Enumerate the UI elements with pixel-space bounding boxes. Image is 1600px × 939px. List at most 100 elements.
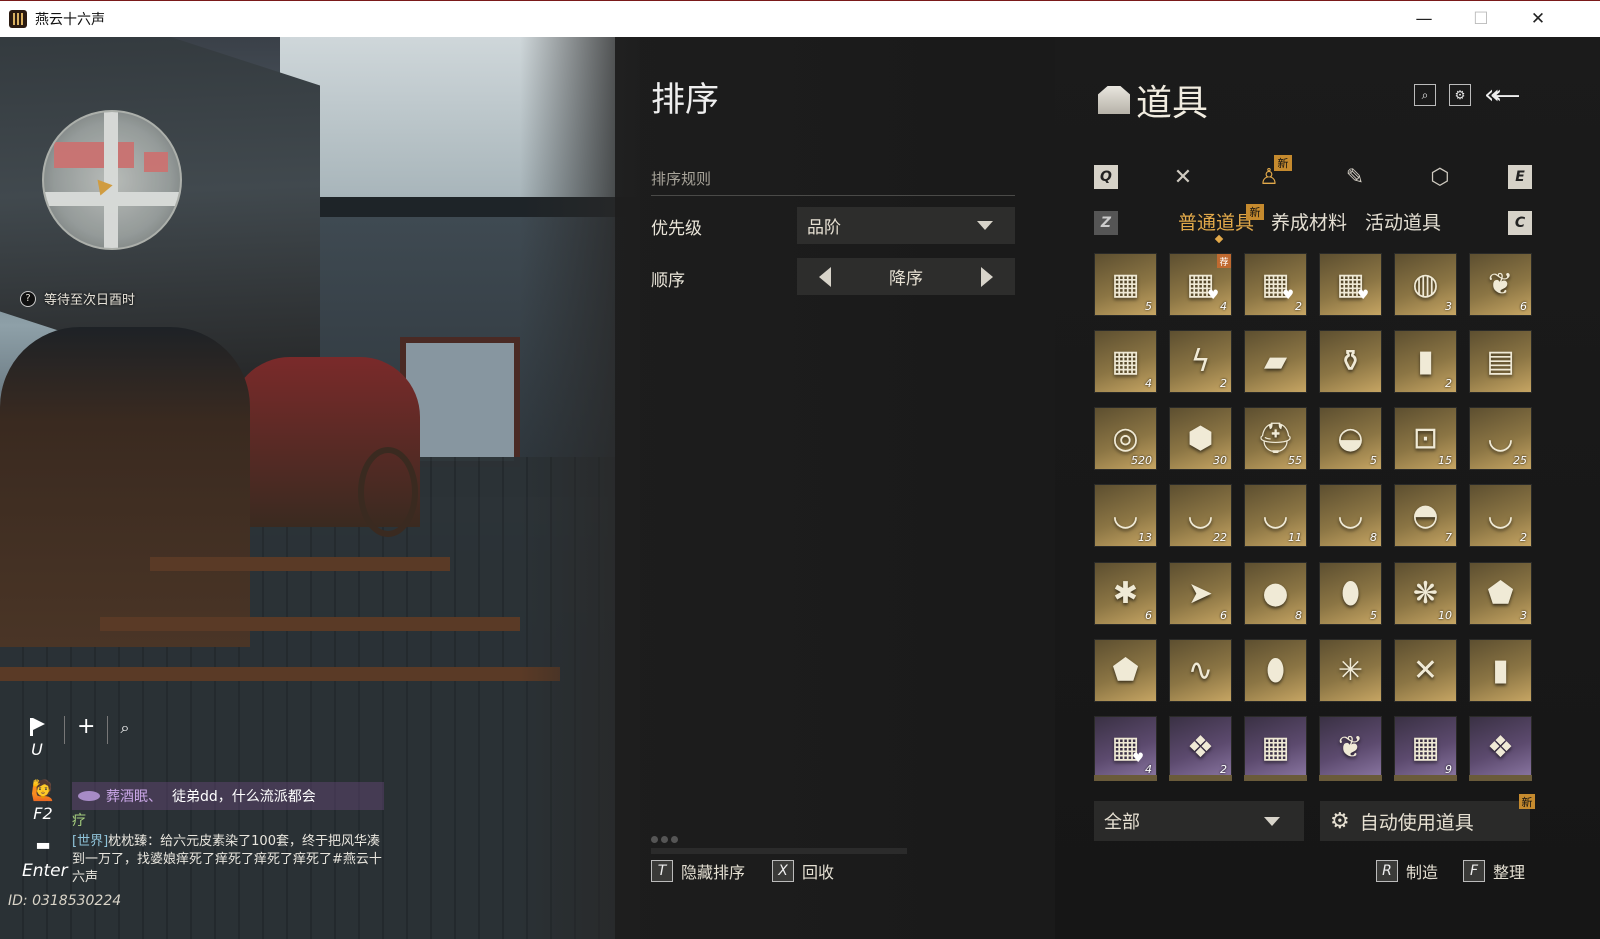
item-slot[interactable]: ◒ 5: [1319, 407, 1382, 471]
item-slot[interactable]: ❖ 2: [1169, 715, 1232, 779]
filter-dropdown[interactable]: 全部: [1094, 801, 1304, 841]
priority-label: 优先级: [651, 219, 702, 239]
close-button[interactable]: ✕: [1515, 1, 1561, 37]
item-slot[interactable]: ▦ ♥ 荐 4: [1169, 253, 1232, 316]
minimize-button[interactable]: —: [1401, 1, 1447, 37]
item-slot[interactable]: ▤: [1469, 330, 1532, 394]
subtab-common-items[interactable]: 普通道具: [1178, 208, 1254, 235]
item-slot[interactable]: ◡ 8: [1319, 484, 1382, 548]
key-q[interactable]: Q: [1094, 165, 1118, 189]
scroll-icon[interactable]: ✎: [1338, 160, 1372, 194]
item-slot[interactable]: ▦ ♥: [1319, 253, 1382, 316]
crossed-swords-icon[interactable]: ✕: [1166, 160, 1200, 194]
item-slot[interactable]: ➤ 6: [1169, 561, 1232, 625]
item-slot[interactable]: ▦ 4: [1094, 330, 1157, 394]
key-z[interactable]: Z: [1094, 211, 1118, 235]
item-slot[interactable]: ◡ 22: [1169, 484, 1232, 548]
app-icon: [9, 10, 27, 28]
item-slot[interactable]: ✳: [1319, 638, 1382, 702]
favorite-heart-icon: ♥: [1282, 288, 1294, 303]
item-slot[interactable]: ◡ 11: [1244, 484, 1307, 548]
recommend-tag: 荐: [1217, 254, 1231, 268]
world-chat-message[interactable]: [世界]枕枕臻：给六元皮素染了100套，终于把风华凑到一万了，找婆娘痒死了痒死了…: [72, 833, 392, 887]
item-slot[interactable]: ❖: [1469, 715, 1532, 779]
back-icon[interactable]: «‹—: [1484, 80, 1520, 110]
subtab-materials[interactable]: 养成材料: [1271, 208, 1347, 235]
emote-key: F2: [33, 804, 53, 823]
map-button[interactable]: U: [22, 712, 52, 759]
item-slot[interactable]: ● 8: [1244, 561, 1307, 625]
item-slot[interactable]: ⬮ 5: [1319, 561, 1382, 625]
item-slot[interactable]: ▦: [1244, 715, 1307, 779]
item-slot[interactable]: ▰: [1244, 330, 1307, 394]
settings-icon[interactable]: ⚙: [1449, 84, 1471, 106]
item-slot[interactable]: ⚱: [1319, 330, 1382, 394]
item-slot[interactable]: ✕: [1394, 638, 1457, 702]
item-slot[interactable]: ⬟: [1094, 638, 1157, 702]
item-slot[interactable]: ⬮: [1244, 638, 1307, 702]
item-slot[interactable]: ◡ 13: [1094, 484, 1157, 548]
maximize-button[interactable]: ☐: [1458, 1, 1504, 37]
inventory-title: 道具: [1098, 74, 1208, 126]
recycle-label: 回收: [802, 863, 835, 882]
item-count: 22: [1213, 531, 1227, 545]
key-x: X: [772, 860, 794, 882]
item-slot[interactable]: ❦: [1319, 715, 1382, 779]
item-slot[interactable]: ▦ ♥ 4: [1094, 715, 1157, 779]
previous-arrow-icon[interactable]: [819, 266, 831, 287]
item-slot[interactable]: ▮ 2: [1394, 330, 1457, 394]
hide-sort-hint[interactable]: T 隐藏排序: [651, 859, 745, 883]
item-count: 2: [1520, 531, 1527, 545]
item-slot[interactable]: ▦ 5: [1094, 253, 1157, 316]
item-slot[interactable]: ⊡ 15: [1394, 407, 1457, 471]
item-slot[interactable]: ◎ 520: [1094, 407, 1157, 471]
key-c[interactable]: C: [1508, 211, 1532, 235]
search-icon[interactable]: ⌕: [1414, 84, 1436, 106]
chat-continuation: 疗: [72, 813, 86, 829]
search-icon[interactable]: ⌕: [120, 718, 129, 738]
priority-dropdown[interactable]: 品阶: [797, 207, 1015, 244]
craft-hint[interactable]: R 制造: [1376, 859, 1438, 883]
item-slot[interactable]: ∿: [1169, 638, 1232, 702]
item-slot[interactable]: ◡ 25: [1469, 407, 1532, 471]
item-count: 6: [1220, 608, 1227, 622]
chevron-down-icon: [1264, 816, 1280, 826]
page-dots: [651, 836, 678, 843]
item-slot[interactable]: ⛑ 55: [1244, 407, 1307, 471]
item-slot[interactable]: ⬢ 30: [1169, 407, 1232, 471]
gift-box-icon: ❖: [1487, 729, 1514, 765]
item-slot[interactable]: ❋ 10: [1394, 561, 1457, 625]
minimap[interactable]: [42, 110, 182, 250]
sort-title: 排序: [651, 80, 719, 120]
organize-hint[interactable]: F 整理: [1463, 859, 1525, 883]
item-slot[interactable]: ▦ ♥ 2: [1244, 253, 1307, 316]
badge-icon[interactable]: ⬡: [1423, 160, 1457, 194]
add-marker-button[interactable]: +: [77, 714, 95, 739]
item-slot[interactable]: ▦ 9: [1394, 715, 1457, 779]
recycle-hint[interactable]: X 回收: [772, 859, 834, 883]
item-count: 5: [1370, 454, 1377, 468]
item-count: 10: [1438, 608, 1452, 622]
world-text: 枕枕臻：给六元皮素染了100套，终于把风华凑到一万了，找婆娘痒死了痒死了痒死了痒…: [72, 834, 382, 885]
chat-message[interactable]: 葬酒眠、 徒弟dd，什么流派都会: [72, 782, 384, 810]
craft-label: 制造: [1406, 863, 1439, 882]
item-slot[interactable]: ◡ 2: [1469, 484, 1532, 548]
emote-button[interactable]: 🙋 F2: [22, 778, 64, 823]
item-slot[interactable]: ◍ 3: [1394, 253, 1457, 316]
clock-icon: ?: [20, 290, 36, 307]
subtab-event-items[interactable]: 活动道具: [1365, 208, 1441, 235]
item-slot[interactable]: ✱ 6: [1094, 561, 1157, 625]
purple-chest-icon: ▦: [1261, 729, 1290, 765]
item-slot[interactable]: ❦ 6: [1469, 253, 1532, 316]
item-slot[interactable]: ϟ2: [1169, 330, 1232, 394]
item-slot[interactable]: ▮: [1469, 638, 1532, 702]
auto-use-button[interactable]: ⚙ 自动使用道具: [1320, 801, 1530, 841]
next-arrow-icon[interactable]: [981, 266, 993, 287]
key-e[interactable]: E: [1508, 165, 1532, 189]
chat-button[interactable]: ▬ Enter: [22, 835, 68, 881]
item-slot[interactable]: ⬟ 3: [1469, 561, 1532, 625]
item-slot[interactable]: ◓ 7: [1394, 484, 1457, 548]
item-count: 2: [1295, 300, 1302, 313]
order-label: 顺序: [651, 271, 685, 291]
item-count: 30: [1213, 454, 1227, 468]
